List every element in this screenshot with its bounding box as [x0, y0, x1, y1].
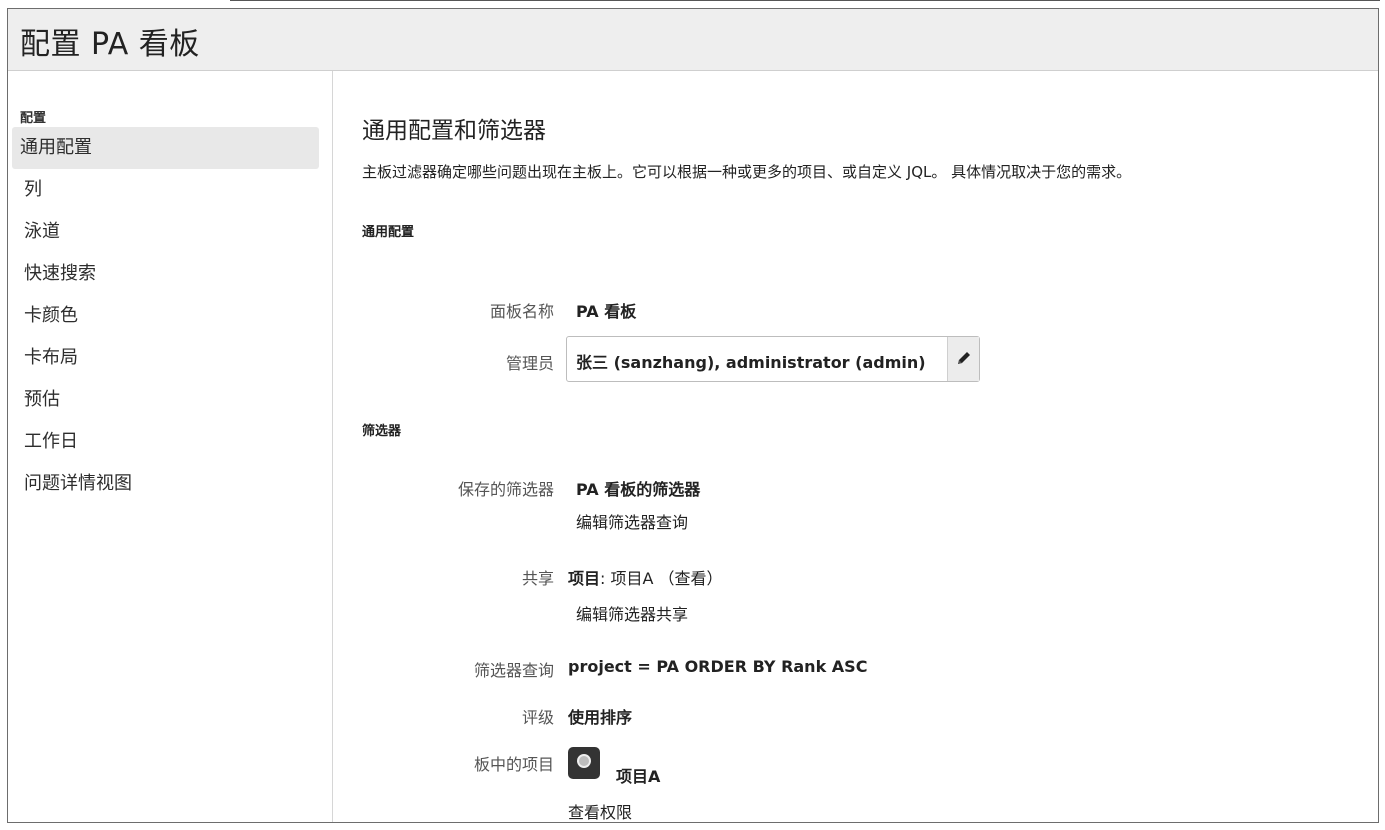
administrators-value: 张三 (sanzhang), administrator (admin) [576, 353, 926, 372]
board-config-window: 配置 PA 看板 配置 通用配置 列 泳道 快速搜索 卡颜色 卡布局 预估 工作… [7, 8, 1379, 823]
sidebar-nav: 通用配置 列 泳道 快速搜索 卡颜色 卡布局 预估 工作日 问题详情视图 [8, 127, 333, 505]
saved-filter-value[interactable]: PA 看板的筛选器 [576, 476, 700, 500]
projects-in-board-label: 板中的项目 [473, 755, 554, 774]
sidebar-item-estimation[interactable]: 预估 [12, 379, 319, 421]
view-permissions-link[interactable]: 查看权限 [568, 799, 632, 822]
project-name-link[interactable]: 项目A [616, 763, 660, 787]
section-description: 主板过滤器确定哪些问题出现在主板上。它可以根据一种或更多的项目、或自定义 JQL… [362, 163, 1132, 181]
filter-query-label: 筛选器查询 [473, 661, 554, 680]
page-title: 配置 PA 看板 [20, 27, 200, 62]
sidebar-item-general[interactable]: 通用配置 [12, 127, 319, 169]
sidebar-item-issue-detail-view[interactable]: 问题详情视图 [12, 463, 319, 505]
project-avatar-icon [568, 747, 600, 779]
edit-filter-shares-link[interactable]: 编辑筛选器共享 [576, 601, 688, 625]
sidebar-item-card-colors[interactable]: 卡颜色 [12, 295, 319, 337]
filter-heading: 筛选器 [362, 424, 402, 439]
board-name-value[interactable]: PA 看板 [576, 298, 636, 322]
shares-project[interactable]: : 项目A （查看） [600, 569, 723, 588]
shares-key: 项目 [568, 569, 601, 588]
filter-query-value: project = PA ORDER BY Rank ASC [568, 657, 868, 676]
edit-filter-query-link[interactable]: 编辑筛选器查询 [576, 509, 688, 533]
saved-filter-label: 保存的筛选器 [457, 480, 554, 499]
shares-value: 项目: 项目A （查看） [568, 565, 723, 589]
general-config-heading: 通用配置 [362, 225, 415, 240]
sidebar: 配置 通用配置 列 泳道 快速搜索 卡颜色 卡布局 预估 工作日 问题详情视图 [8, 71, 333, 822]
sidebar-item-columns[interactable]: 列 [12, 169, 319, 211]
sidebar-item-working-days[interactable]: 工作日 [12, 421, 319, 463]
ranking-label: 评级 [521, 708, 554, 727]
top-border-line [230, 0, 1380, 3]
sidebar-section-label: 配置 [20, 111, 47, 126]
board-name-label: 面板名称 [489, 302, 554, 321]
sidebar-item-quick-filters[interactable]: 快速搜索 [12, 253, 319, 295]
ranking-value: 使用排序 [568, 708, 633, 727]
sidebar-item-swimlanes[interactable]: 泳道 [12, 211, 319, 253]
pencil-icon [958, 352, 970, 364]
section-title: 通用配置和筛选器 [362, 118, 546, 144]
edit-administrators-button[interactable] [947, 337, 979, 381]
administrators-field[interactable]: 张三 (sanzhang), administrator (admin) [566, 336, 980, 382]
shares-label: 共享 [521, 569, 554, 588]
main-content: 通用配置和筛选器 主板过滤器确定哪些问题出现在主板上。它可以根据一种或更多的项目… [334, 71, 1378, 822]
sidebar-item-card-layout[interactable]: 卡布局 [12, 337, 319, 379]
page-header: 配置 PA 看板 [8, 9, 1378, 71]
administrators-label: 管理员 [505, 354, 554, 373]
